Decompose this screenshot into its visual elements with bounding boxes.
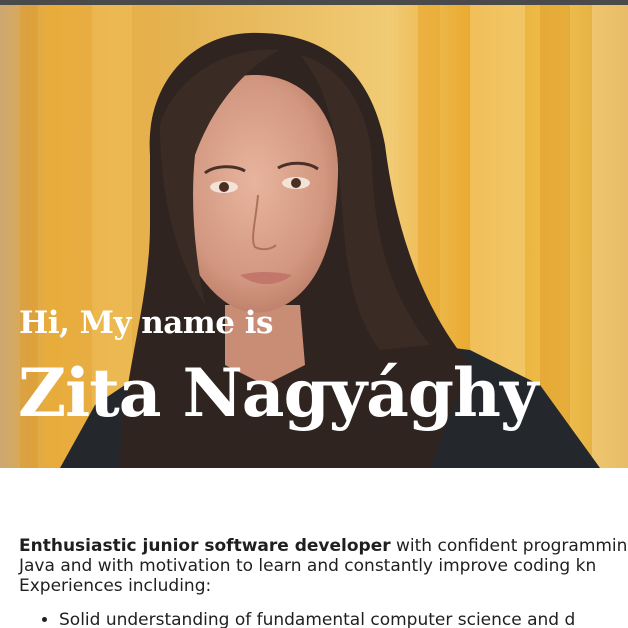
intro-line-2: Java and with motivation to learn and co… bbox=[19, 556, 597, 576]
intro-line-3: Experiences including: bbox=[19, 576, 212, 596]
intro-line-1: Enthusiastic junior software developer w… bbox=[19, 536, 628, 556]
experience-list: Solid understanding of fundamental compu… bbox=[19, 610, 628, 628]
intro-line-1-rest: with confident programming bbox=[390, 536, 628, 556]
greeting-heading: Hi, My name is bbox=[19, 305, 273, 341]
hero-section: Hi, My name is Zita Nagyághy bbox=[0, 5, 628, 468]
intro-highlight: Enthusiastic junior software developer bbox=[19, 536, 391, 556]
list-item: Solid understanding of fundamental compu… bbox=[59, 610, 628, 628]
name-heading: Zita Nagyághy bbox=[18, 354, 538, 432]
intro-section: Enthusiastic junior software developer w… bbox=[19, 536, 628, 628]
